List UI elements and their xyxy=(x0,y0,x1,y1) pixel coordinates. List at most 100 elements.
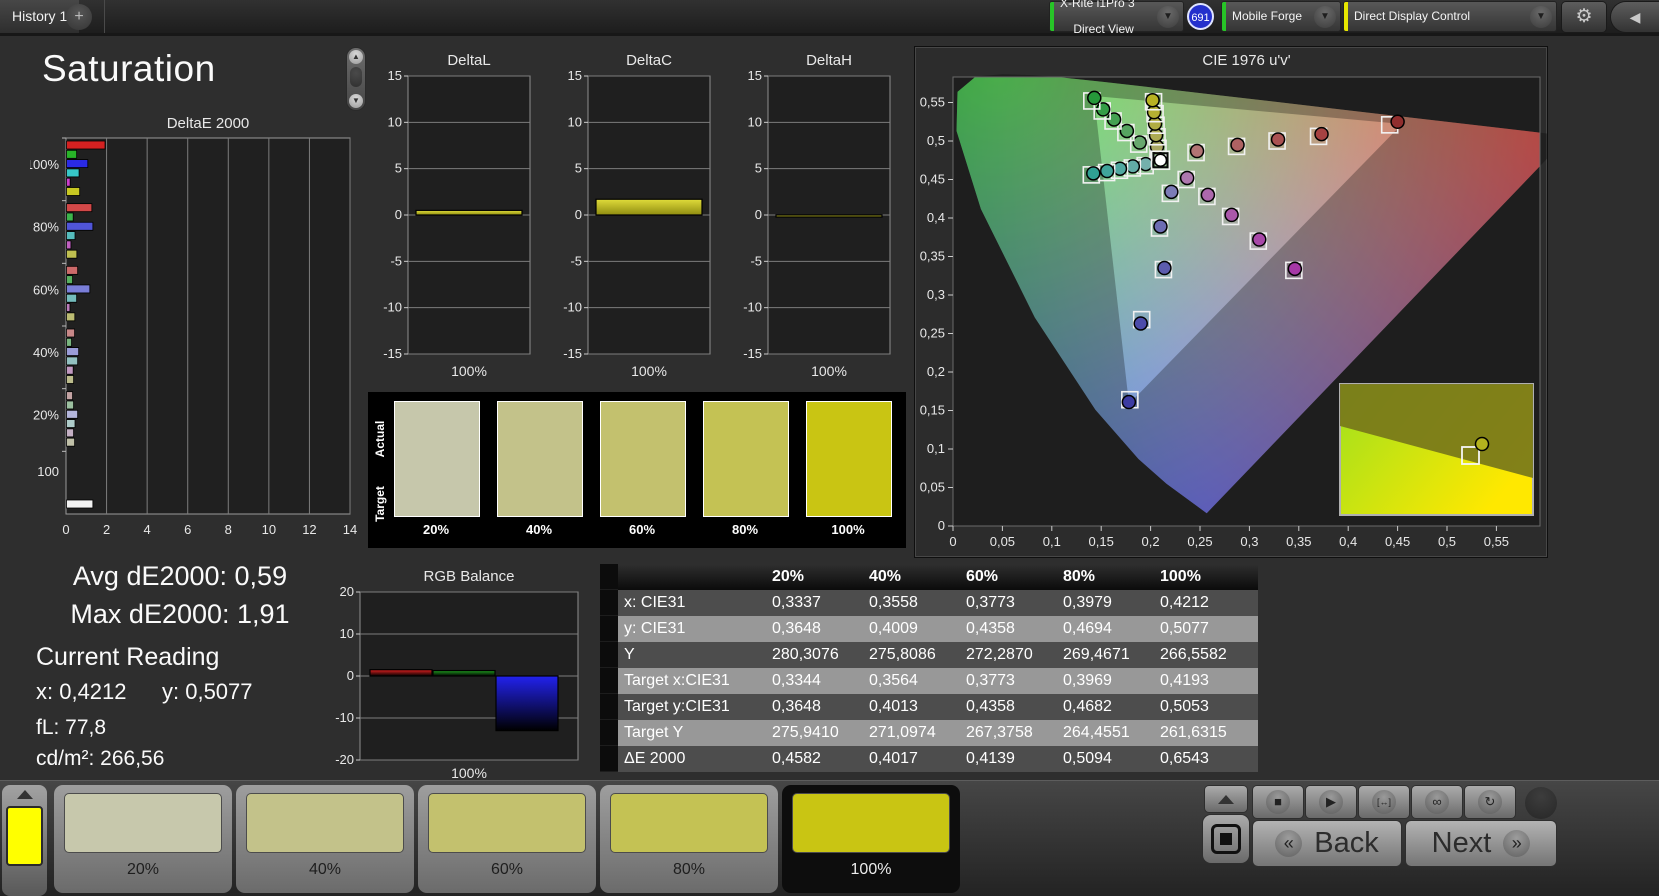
measured-red-1 xyxy=(1189,143,1205,159)
svg-text:0,5: 0,5 xyxy=(927,133,945,148)
svg-text:0,4: 0,4 xyxy=(1339,534,1357,549)
measured-blue-2 xyxy=(1153,219,1168,234)
measured-magenta-4 xyxy=(1252,232,1267,247)
scroll-down-icon[interactable]: ▼ xyxy=(349,94,363,108)
patch-button-80%[interactable]: 80% xyxy=(600,785,778,893)
patch-button-40%[interactable]: 40% xyxy=(236,785,414,893)
svg-text:80%: 80% xyxy=(33,220,59,235)
current-x: x: 0,4212 xyxy=(36,679,127,704)
table-row-7: ΔE 2000 0,4582 0,4017 0,4139 0,5094 0,6543 xyxy=(600,746,1258,772)
chevrons-right-icon: » xyxy=(1503,830,1531,857)
patch-color xyxy=(64,793,222,853)
chevron-down-icon: ▼ xyxy=(1314,5,1336,28)
add-tab-button[interactable]: + xyxy=(66,4,92,30)
svg-text:100%: 100% xyxy=(811,363,847,379)
svg-text:0,25: 0,25 xyxy=(1187,534,1212,549)
measured-green-1 xyxy=(1132,135,1147,150)
svg-text:100: 100 xyxy=(37,464,59,479)
svg-text:-5: -5 xyxy=(390,253,402,268)
table-row-4: Target x:CIE31 0,3344 0,3564 0,3773 0,3969 0,… xyxy=(600,668,1258,694)
refresh-button[interactable]: ↻ xyxy=(1465,786,1515,818)
svg-text:15: 15 xyxy=(748,68,762,83)
svg-text:20%: 20% xyxy=(33,408,59,423)
patch-preview-panel[interactable] xyxy=(2,785,47,896)
patch-label: 40% xyxy=(308,861,342,878)
table-cell: 267,3758 xyxy=(966,724,1033,741)
play-icon: ▶ xyxy=(1319,790,1343,814)
scroll-up-icon[interactable]: ▲ xyxy=(349,50,363,64)
svg-text:5: 5 xyxy=(575,161,582,176)
display-control-dropdown[interactable]: Direct Display Control ▼ xyxy=(1344,2,1556,31)
meter-name: X-Rite i1Pro 3 xyxy=(1060,0,1135,10)
svg-text:0,5: 0,5 xyxy=(1438,534,1456,549)
svg-text:0,25: 0,25 xyxy=(920,326,945,341)
deltah-svg: DeltaH 15 10 5 0 -5 -10 -15 100% xyxy=(743,52,891,379)
meter-count-badge[interactable]: 691 xyxy=(1187,3,1214,30)
measured-red-3 xyxy=(1270,132,1286,147)
interval-button[interactable]: [↔] xyxy=(1359,786,1409,818)
deltal-svg: DeltaL 15 10 5 0 -5 -10 -15 100% xyxy=(383,52,531,379)
table-cell: 0,4358 xyxy=(966,698,1015,715)
svg-text:60%: 60% xyxy=(33,282,59,297)
stop-button[interactable]: ■ xyxy=(1253,786,1303,818)
source-status-stripe xyxy=(1222,2,1226,31)
table-cell: 266,5582 xyxy=(1160,646,1227,663)
patch-label: 20% xyxy=(126,861,160,878)
svg-text:0,3: 0,3 xyxy=(927,287,945,302)
svg-text:0,55: 0,55 xyxy=(920,95,945,110)
svg-text:0,05: 0,05 xyxy=(990,534,1015,549)
svg-text:10: 10 xyxy=(568,114,582,129)
interval-icon: [↔] xyxy=(1372,790,1396,814)
svg-text:0: 0 xyxy=(395,207,402,222)
patch-button-100%[interactable]: 100% xyxy=(782,785,960,893)
swatch-100% xyxy=(806,401,892,517)
back-button[interactable]: « Back xyxy=(1253,821,1401,866)
svg-text:0,35: 0,35 xyxy=(920,249,945,264)
patch-color xyxy=(610,793,768,853)
deltac-svg: DeltaC 15 10 5 0 -5 -10 -15 100% xyxy=(563,52,711,379)
table-cell: 0,3337 xyxy=(772,594,821,611)
measured-green-5 xyxy=(1087,90,1102,106)
chart-scrollbar[interactable]: ▲ ▼ xyxy=(347,48,365,110)
loop-button[interactable]: ∞ xyxy=(1412,786,1462,818)
table-row-6: Target Y 275,9410 271,0974 267,3758 264,4551… xyxy=(600,720,1258,746)
patch-button-60%[interactable]: 60% xyxy=(418,785,596,893)
current-cdm2: cd/m²: 266,56 xyxy=(36,747,165,770)
table-cell: 0,3648 xyxy=(772,620,821,637)
svg-text:5: 5 xyxy=(755,161,762,176)
white-point xyxy=(1153,153,1168,167)
row-label: ΔE 2000 xyxy=(624,750,686,767)
rgb-bar-green xyxy=(432,669,496,677)
table-row-3: Y 280,3076 275,8086 272,2870 269,4671 266,558… xyxy=(600,642,1258,668)
svg-text:0,15: 0,15 xyxy=(1089,534,1114,549)
table-cell: 0,6543 xyxy=(1160,750,1209,767)
stop-pattern-button[interactable] xyxy=(1203,815,1249,863)
svg-text:100%: 100% xyxy=(30,157,59,172)
row-label: y: CIE31 xyxy=(624,620,686,637)
play-button[interactable]: ▶ xyxy=(1306,786,1356,818)
patch-button-20%[interactable]: 20% xyxy=(54,785,232,893)
swatch-20% xyxy=(394,401,480,517)
table-cell: 275,8086 xyxy=(869,646,936,663)
swatch-label: 40% xyxy=(525,522,553,537)
scroll-thumb[interactable] xyxy=(350,67,362,87)
svg-text:0: 0 xyxy=(62,522,69,537)
measured-yellow-5 xyxy=(1145,92,1160,108)
chevron-down-icon: ▼ xyxy=(1530,5,1552,28)
table-cell: 269,4671 xyxy=(1063,646,1130,663)
panel-up-button[interactable] xyxy=(1205,786,1247,812)
back-label: Back xyxy=(1314,827,1379,859)
svg-text:6: 6 xyxy=(184,522,191,537)
deltac-chart: DeltaC 15 10 5 0 -5 -10 -15 100% xyxy=(550,52,718,394)
svg-text:100%: 100% xyxy=(451,765,487,780)
meter-dropdown[interactable]: X-Rite i1Pro 3 Direct View ▼ xyxy=(1050,0,1183,36)
table-row-1: x: CIE31 0,3337 0,3558 0,3773 0,3979 0,4212 xyxy=(600,590,1258,616)
next-button[interactable]: Next » xyxy=(1406,821,1556,866)
display-name: Direct Display Control xyxy=(1354,9,1471,23)
source-dropdown[interactable]: Mobile Forge ▼ xyxy=(1222,2,1340,31)
patch-color xyxy=(246,793,404,853)
settings-button[interactable]: ⚙ xyxy=(1562,2,1606,32)
table-cell: 0,4694 xyxy=(1063,620,1112,637)
svg-text:DeltaL: DeltaL xyxy=(447,52,490,69)
collapse-panel-button[interactable]: ◀ xyxy=(1611,2,1659,32)
